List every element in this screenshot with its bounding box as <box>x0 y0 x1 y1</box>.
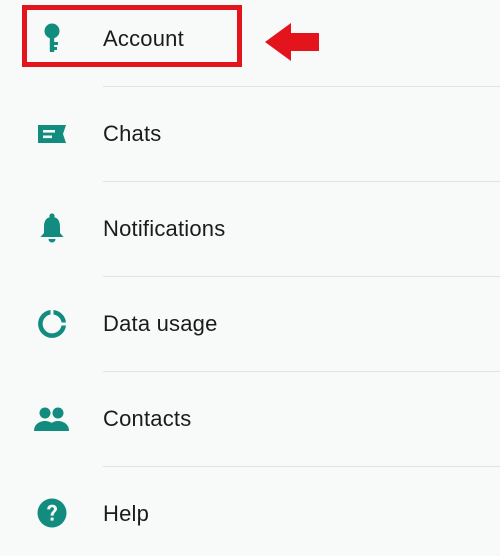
arrow-left-icon <box>265 23 319 66</box>
settings-item-label: Notifications <box>103 216 226 241</box>
contacts-icon <box>32 399 72 439</box>
settings-item-label: Contacts <box>103 406 192 431</box>
settings-item-label: Chats <box>103 121 162 146</box>
settings-item-contacts[interactable]: Contacts <box>0 372 500 467</box>
settings-item-data-usage[interactable]: Data usage <box>0 277 500 372</box>
settings-item-help[interactable]: Help <box>0 467 500 556</box>
settings-menu: Account Chats Notifications Data usage C… <box>0 0 500 556</box>
settings-item-label: Data usage <box>103 311 218 336</box>
settings-item-label: Help <box>103 501 150 526</box>
settings-item-chats[interactable]: Chats <box>0 87 500 182</box>
chat-icon <box>32 114 72 154</box>
help-icon <box>32 493 72 533</box>
bell-icon <box>32 208 72 248</box>
data-usage-icon <box>32 304 72 344</box>
settings-item-notifications[interactable]: Notifications <box>0 182 500 277</box>
highlight-box <box>22 5 242 67</box>
